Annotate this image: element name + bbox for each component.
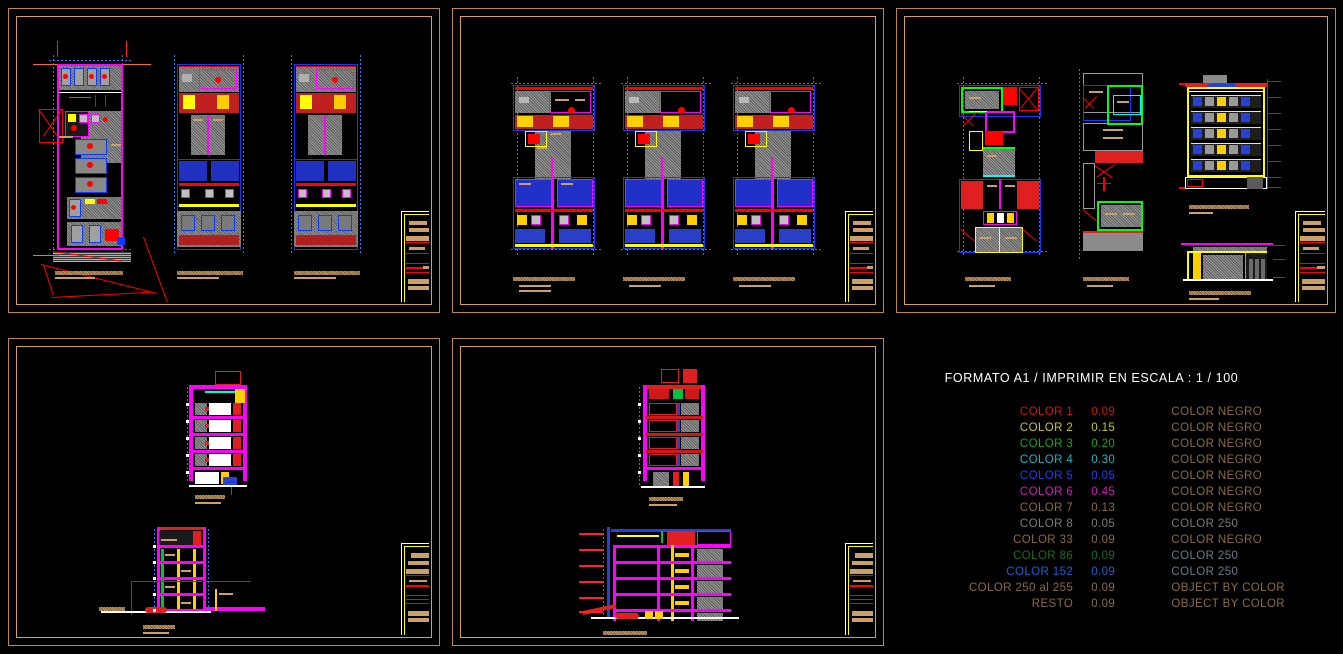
sheet-a02-canvas: A-02 — [463, 19, 873, 302]
plot-style-color-name: COLOR 152 — [1006, 566, 1074, 578]
plot-style-output: COLOR NEGRO — [1171, 438, 1263, 450]
plot-style-color-name: COLOR 1 — [1019, 406, 1074, 418]
title-block-a04[interactable]: A-04 — [401, 543, 429, 635]
plot-style-output: COLOR 250 — [1171, 566, 1239, 578]
plot-style-pen-width: 0.20 — [1091, 438, 1116, 450]
legend-title: FORMATO A1 / IMPRIMIR EN ESCALA : 1 / 10… — [944, 371, 1239, 385]
plot-style-pen-width: 0.09 — [1091, 566, 1116, 578]
plot-style-row: COLOR 6 0.45 COLOR NEGRO — [900, 484, 1285, 500]
plot-style-color-name: COLOR 86 — [1013, 550, 1074, 562]
plot-style-pen-width: 0.09 — [1091, 534, 1116, 546]
plot-style-output: COLOR NEGRO — [1171, 486, 1263, 498]
plot-style-pen-width: 0.09 — [1091, 582, 1116, 594]
sheet-a03[interactable]: A-03 — [896, 8, 1336, 313]
plot-style-color-name: COLOR 5 — [1019, 470, 1074, 482]
plot-style-color-name: COLOR 7 — [1019, 502, 1074, 514]
plot-style-output: COLOR NEGRO — [1171, 454, 1263, 466]
sheet-a04[interactable]: A-04 — [8, 338, 440, 646]
plot-style-pen-width: 0.09 — [1091, 550, 1116, 562]
plot-style-color-name: COLOR 250 al 255 — [968, 582, 1074, 594]
plot-style-output: OBJECT BY COLOR — [1171, 598, 1285, 610]
plot-style-pen-width: 0.05 — [1091, 518, 1116, 530]
plot-style-row: COLOR 3 0.20 COLOR NEGRO — [900, 436, 1285, 452]
sheet-a05-canvas: A-05 — [463, 349, 873, 635]
title-block-a05[interactable]: A-05 — [845, 543, 873, 635]
plot-style-row: COLOR 2 0.15 COLOR NEGRO — [900, 420, 1285, 436]
sheet-a03-canvas: A-03 — [907, 19, 1325, 302]
plot-style-output: COLOR NEGRO — [1171, 406, 1263, 418]
plot-style-pen-width: 0.05 — [1091, 470, 1116, 482]
title-block-a02[interactable]: A-02 — [845, 211, 873, 302]
plot-style-color-name: COLOR 6 — [1019, 486, 1074, 498]
title-block-a03[interactable]: A-03 — [1295, 211, 1325, 302]
plot-style-output: COLOR NEGRO — [1171, 470, 1263, 482]
drawing-sheet-set: A-01 — [0, 0, 1343, 654]
plot-style-color-name: COLOR 2 — [1019, 422, 1074, 434]
plot-style-output: COLOR 250 — [1171, 518, 1239, 530]
sheet-a04-canvas: A-04 — [19, 349, 429, 635]
plot-style-row: COLOR 250 al 255 0.09 OBJECT BY COLOR — [900, 580, 1285, 596]
title-block-frame — [848, 546, 873, 635]
plot-style-row: COLOR 86 0.09 COLOR 250 — [900, 548, 1285, 564]
plot-style-row: COLOR 4 0.30 COLOR NEGRO — [900, 452, 1285, 468]
plot-style-pen-width: 0.45 — [1091, 486, 1116, 498]
plot-style-color-name: COLOR 33 — [1013, 534, 1074, 546]
plot-style-color-name: COLOR 4 — [1019, 454, 1074, 466]
plot-style-row: COLOR 152 0.09 COLOR 250 — [900, 564, 1285, 580]
title-block-frame — [404, 546, 429, 635]
plot-style-output: OBJECT BY COLOR — [1171, 582, 1285, 594]
plot-style-pen-width: 0.09 — [1091, 598, 1116, 610]
plot-style-output: COLOR NEGRO — [1171, 422, 1263, 434]
plot-style-output: COLOR 250 — [1171, 550, 1239, 562]
sheet-a01-canvas: A-01 — [19, 19, 429, 302]
plot-style-pen-width: 0.30 — [1091, 454, 1116, 466]
plot-style-row: RESTO 0.09 OBJECT BY COLOR — [900, 596, 1285, 612]
plot-style-pen-width: 0.15 — [1091, 422, 1116, 434]
plot-style-color-name: COLOR 3 — [1019, 438, 1074, 450]
plot-style-row: COLOR 1 0.09 COLOR NEGRO — [900, 404, 1285, 420]
plot-style-row: COLOR 33 0.09 COLOR NEGRO — [900, 532, 1285, 548]
plot-style-color-name: COLOR 8 — [1019, 518, 1074, 530]
plot-style-output: COLOR NEGRO — [1171, 534, 1263, 546]
sheet-a05[interactable]: A-05 — [452, 338, 884, 646]
title-block-a01[interactable]: A-01 — [401, 211, 429, 302]
title-block-frame — [1298, 214, 1325, 302]
plot-style-color-name: RESTO — [1031, 598, 1074, 610]
plot-style-table: COLOR 1 0.09 COLOR NEGRO COLOR 2 0.15 COLOR N… — [900, 404, 1285, 612]
plot-style-pen-width: 0.13 — [1091, 502, 1116, 514]
plot-style-legend: FORMATO A1 / IMPRIMIR EN ESCALA : 1 / 10… — [900, 360, 1343, 654]
plot-style-output: COLOR NEGRO — [1171, 502, 1263, 514]
title-block-frame — [848, 214, 873, 302]
plot-style-row: COLOR 5 0.05 COLOR NEGRO — [900, 468, 1285, 484]
plot-style-row: COLOR 8 0.05 COLOR 250 — [900, 516, 1285, 532]
title-block-frame — [404, 214, 429, 302]
plot-style-row: COLOR 7 0.13 COLOR NEGRO — [900, 500, 1285, 516]
sheet-a01[interactable]: A-01 — [8, 8, 440, 313]
plot-style-pen-width: 0.09 — [1091, 406, 1116, 418]
sheet-a02[interactable]: A-02 — [452, 8, 884, 313]
